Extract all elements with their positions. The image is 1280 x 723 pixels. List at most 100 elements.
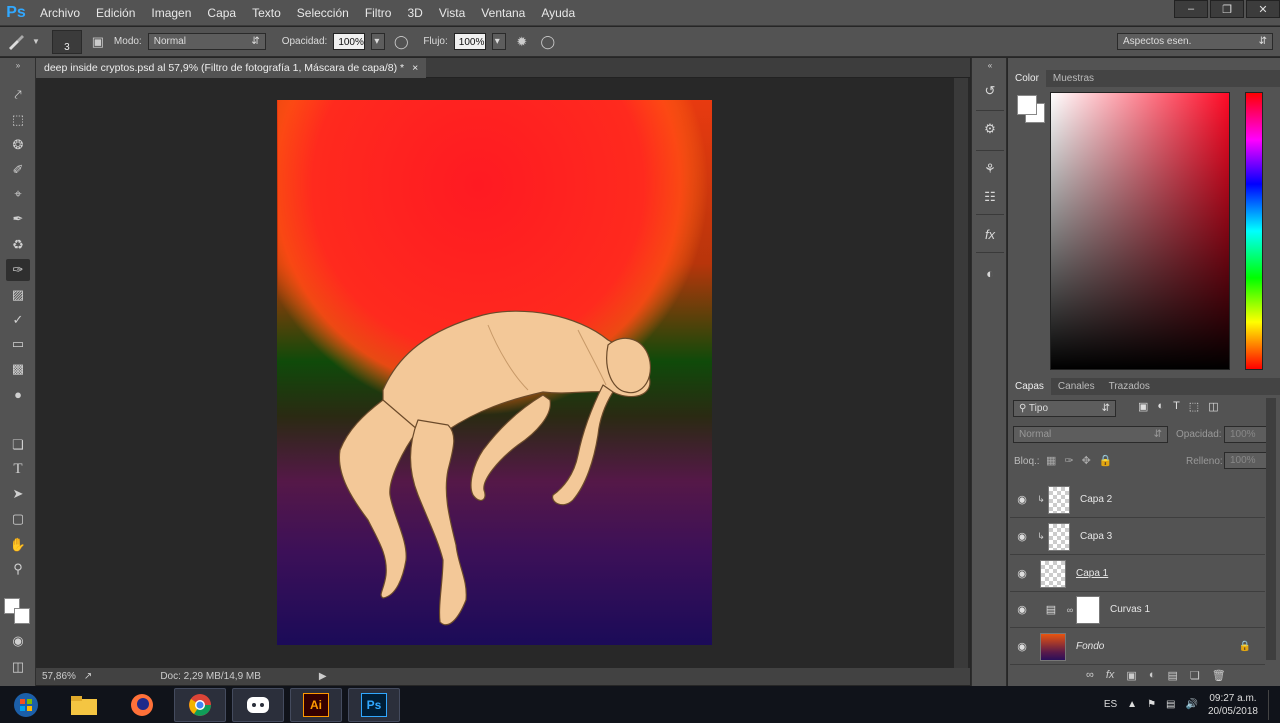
menu-imagen[interactable]: Imagen bbox=[143, 0, 199, 26]
tab-color[interactable]: Color bbox=[1008, 70, 1046, 87]
lock-pixels-icon[interactable]: ✑ bbox=[1064, 454, 1073, 467]
menu-archivo[interactable]: Archivo bbox=[32, 0, 88, 26]
path-selection-tool-icon[interactable]: ➤ bbox=[6, 483, 30, 505]
quick-selection-tool-icon[interactable]: ✐ bbox=[6, 159, 30, 181]
layer-row[interactable]: ◉ ↳ Capa 2 bbox=[1010, 482, 1265, 518]
menu-edicion[interactable]: Edición bbox=[88, 0, 143, 26]
delete-layer-icon[interactable]: 🗑 bbox=[1212, 669, 1226, 682]
visibility-eye-icon[interactable]: ◉ bbox=[1010, 640, 1034, 653]
chevron-down-icon[interactable]: ▼ bbox=[32, 37, 40, 46]
new-group-icon[interactable]: ▤ bbox=[1167, 669, 1177, 682]
action-center-flag-icon[interactable]: ⚑ bbox=[1147, 699, 1156, 710]
flow-input[interactable]: 100% bbox=[453, 33, 486, 50]
history-panel-icon[interactable]: ↺ bbox=[978, 80, 1002, 102]
healing-brush-tool-icon[interactable]: ♻ bbox=[6, 234, 30, 256]
brush-preset-icon[interactable] bbox=[6, 32, 26, 52]
link-icon[interactable]: ∞ bbox=[1064, 605, 1076, 615]
language-indicator[interactable]: ES bbox=[1104, 699, 1117, 710]
shape-filter-icon[interactable]: ⬚ bbox=[1189, 400, 1199, 413]
visibility-eye-icon[interactable]: ◉ bbox=[1010, 530, 1034, 543]
menu-ventana[interactable]: Ventana bbox=[473, 0, 533, 26]
smart-object-filter-icon[interactable]: ◫ bbox=[1208, 400, 1218, 413]
layer-name[interactable]: Capa 2 bbox=[1080, 494, 1112, 505]
tab-muestras[interactable]: Muestras bbox=[1046, 70, 1101, 87]
opacity-input[interactable]: 100% bbox=[333, 33, 366, 50]
clone-stamp-tool-icon[interactable]: ▨ bbox=[6, 284, 30, 306]
restore-icon[interactable]: ❐ bbox=[1210, 0, 1244, 18]
add-mask-icon[interactable]: ▣ bbox=[1126, 669, 1136, 682]
background-color-swatch[interactable] bbox=[14, 608, 30, 624]
layer-row[interactable]: ◉ Capa 1 bbox=[1010, 556, 1265, 592]
styles-panel-icon[interactable]: fx bbox=[978, 223, 1002, 245]
navigator-panel-icon[interactable]: ◐ bbox=[978, 262, 1002, 284]
brush-size-picker[interactable]: 3 bbox=[51, 29, 82, 54]
photoshop-icon[interactable]: Ps bbox=[348, 687, 400, 722]
layer-row[interactable]: ◉ ▤ ∞ Curvas 1 bbox=[1010, 592, 1265, 628]
close-tab-icon[interactable]: × bbox=[412, 58, 418, 78]
volume-icon[interactable]: 🔊 bbox=[1185, 699, 1197, 710]
collapse-icon[interactable]: » bbox=[6, 60, 30, 70]
menu-filtro[interactable]: Filtro bbox=[357, 0, 400, 26]
mode-dropdown[interactable]: Normal ⇵ bbox=[147, 33, 266, 50]
vertical-scrollbar[interactable] bbox=[954, 78, 968, 668]
tab-canales[interactable]: Canales bbox=[1051, 378, 1102, 395]
document-tab[interactable]: deep inside cryptos.psd al 57,9% (Filtro… bbox=[36, 58, 427, 78]
layer-name[interactable]: Curvas 1 bbox=[1110, 604, 1150, 615]
discord-icon[interactable] bbox=[232, 687, 284, 722]
menu-vista[interactable]: Vista bbox=[431, 0, 473, 26]
tab-capas[interactable]: Capas bbox=[1008, 378, 1051, 395]
status-menu-arrow-icon[interactable]: ▶ bbox=[319, 671, 327, 682]
visibility-eye-icon[interactable]: ◉ bbox=[1010, 603, 1034, 616]
close-icon[interactable]: ✕ bbox=[1246, 0, 1280, 18]
panel-foreground-swatch[interactable] bbox=[1017, 95, 1037, 115]
chrome-icon[interactable] bbox=[174, 687, 226, 722]
layer-name[interactable]: Capa 1 bbox=[1076, 568, 1108, 579]
file-explorer-icon[interactable] bbox=[58, 688, 110, 722]
firefox-icon[interactable] bbox=[116, 688, 168, 722]
lock-all-icon[interactable]: 🔒 bbox=[1099, 454, 1113, 467]
menu-3d[interactable]: 3D bbox=[399, 0, 430, 26]
export-icon[interactable]: ↗ bbox=[84, 671, 92, 682]
adjustment-filter-icon[interactable]: ◐ bbox=[1157, 400, 1164, 413]
menu-ayuda[interactable]: Ayuda bbox=[533, 0, 583, 26]
properties-panel-icon[interactable]: ☷ bbox=[978, 186, 1002, 208]
blend-mode-dropdown[interactable]: Normal ⇵ bbox=[1013, 426, 1168, 443]
network-icon[interactable]: ▤ bbox=[1166, 699, 1175, 710]
image-filter-icon[interactable]: ▣ bbox=[1138, 400, 1148, 413]
opacity-dropdown[interactable]: ▾ bbox=[371, 33, 386, 50]
adjustment-layer-icon[interactable]: ◐ bbox=[1149, 669, 1156, 682]
flow-dropdown[interactable]: ▾ bbox=[491, 33, 506, 50]
adjustments-panel-icon[interactable]: ⚙ bbox=[978, 118, 1002, 140]
pressure-size-icon[interactable]: ◯ bbox=[538, 32, 558, 52]
menu-texto[interactable]: Texto bbox=[244, 0, 289, 26]
fill-input[interactable]: 100% bbox=[1224, 452, 1272, 469]
visibility-eye-icon[interactable]: ◉ bbox=[1010, 567, 1034, 580]
layer-row[interactable]: ◉ Fondo 🔒 bbox=[1010, 629, 1265, 665]
history-brush-tool-icon[interactable]: ✓ bbox=[6, 309, 30, 331]
windows-start-icon[interactable] bbox=[0, 688, 52, 722]
menu-capa[interactable]: Capa bbox=[199, 0, 244, 26]
zoom-level[interactable]: 57,86% bbox=[42, 671, 76, 682]
zoom-tool-icon[interactable]: ⚲ bbox=[6, 558, 30, 580]
workspace-dropdown[interactable]: Aspectos esen. ⇵ bbox=[1117, 33, 1273, 50]
shape-tool-icon[interactable]: ▢ bbox=[6, 508, 30, 530]
pen-tool-icon[interactable]: ❏ bbox=[6, 434, 30, 456]
brush-panel-icon[interactable]: ▣ bbox=[88, 32, 108, 52]
clock[interactable]: 09:27 a.m. 20/05/2018 bbox=[1208, 692, 1258, 718]
menu-seleccion[interactable]: Selección bbox=[289, 0, 357, 26]
gradient-tool-icon[interactable]: ▩ bbox=[6, 358, 30, 380]
pressure-opacity-icon[interactable]: ◯ bbox=[391, 32, 411, 52]
type-tool-icon[interactable]: T bbox=[6, 458, 30, 480]
marquee-tool-icon[interactable]: ⬚ bbox=[6, 109, 30, 131]
show-hidden-icons-icon[interactable]: ▲ bbox=[1127, 699, 1137, 710]
airbrush-icon[interactable]: ✹ bbox=[512, 32, 532, 52]
eyedropper-tool-icon[interactable]: ✒ bbox=[6, 208, 30, 230]
layer-opacity-input[interactable]: 100% bbox=[1224, 426, 1272, 443]
hue-slider[interactable] bbox=[1245, 92, 1263, 370]
eraser-tool-icon[interactable]: ▭ bbox=[6, 333, 30, 355]
illustrator-icon[interactable]: Ai bbox=[290, 687, 342, 722]
layers-scrollbar[interactable] bbox=[1266, 398, 1276, 660]
brush-tool-icon[interactable]: ✑ bbox=[6, 259, 30, 281]
lasso-tool-icon[interactable]: ❂ bbox=[6, 134, 30, 156]
layer-mask-thumbnail[interactable] bbox=[1076, 595, 1100, 624]
